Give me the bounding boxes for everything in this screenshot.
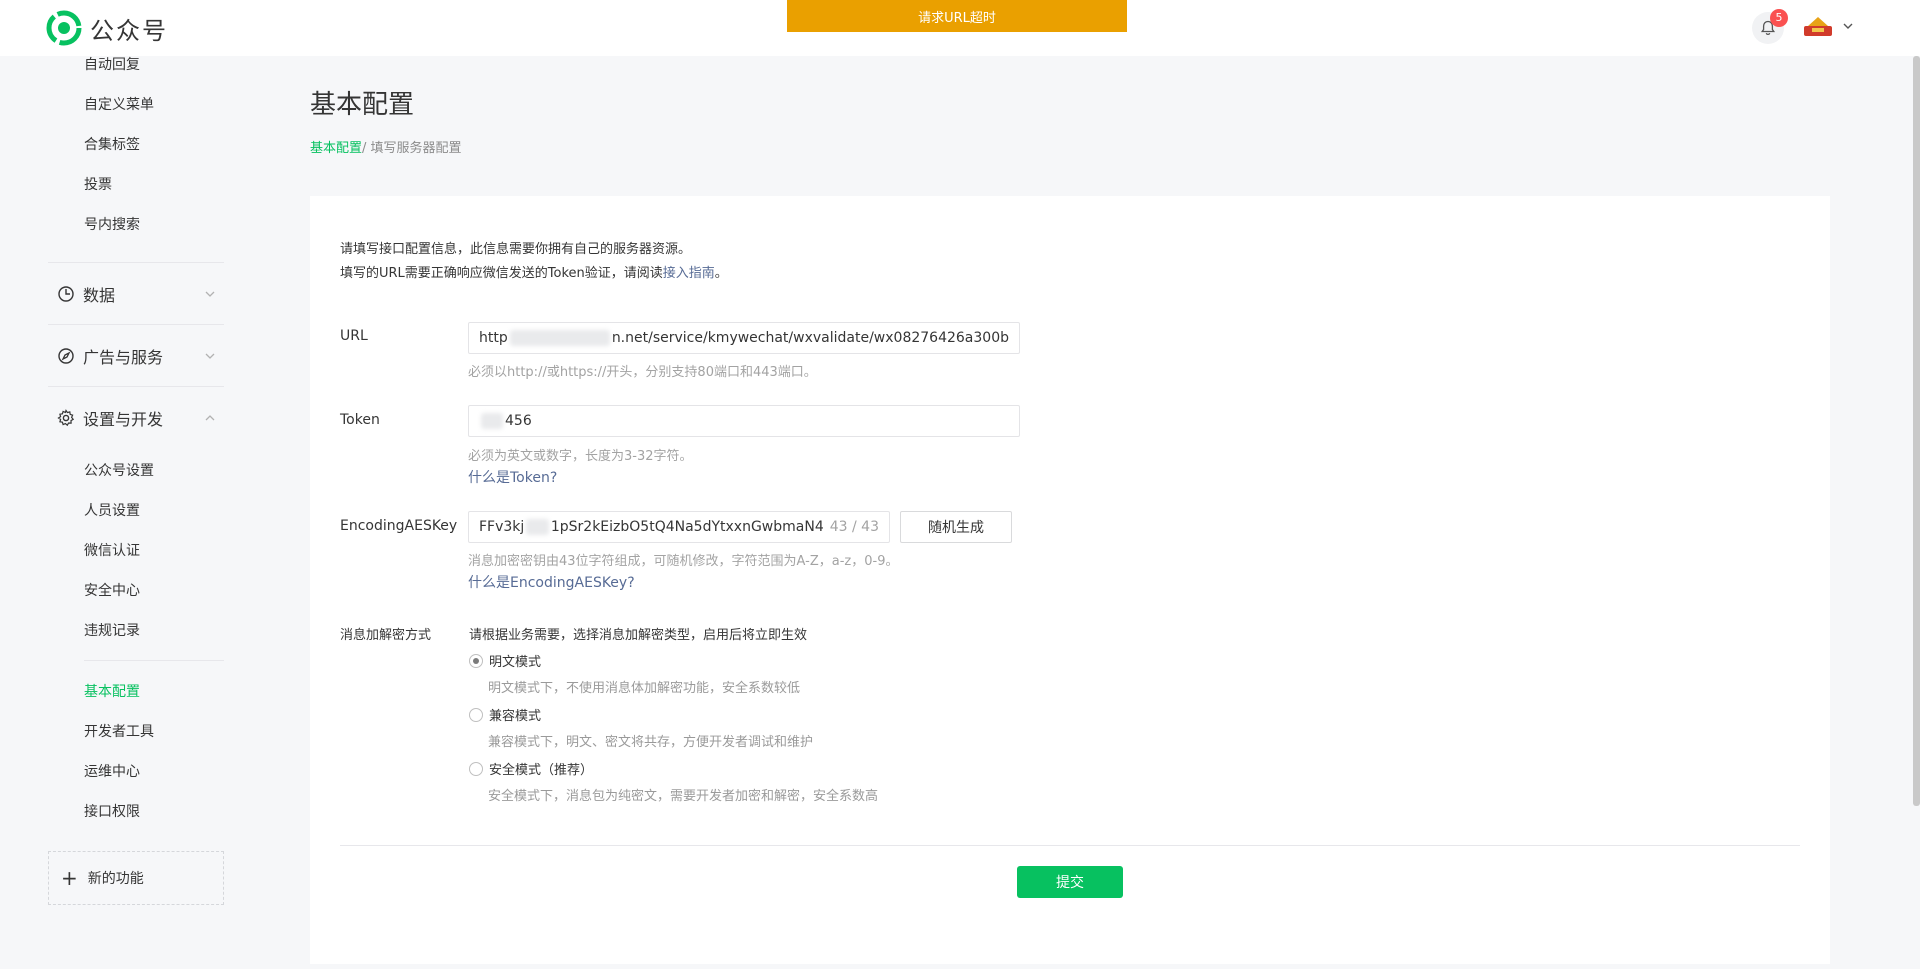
sidebar-item-ops-center[interactable]: 运维中心 bbox=[84, 761, 140, 781]
url-hint: 必须以http://或https://开头，分别支持80端口和443端口。 bbox=[468, 365, 817, 380]
chevron-down-icon bbox=[205, 291, 215, 297]
sidebar-group-ads-services[interactable]: 广告与服务 bbox=[48, 324, 224, 386]
radio-plaintext-mode[interactable]: 明文模式 bbox=[469, 651, 541, 670]
sidebar-item-search[interactable]: 号内搜索 bbox=[84, 214, 140, 234]
radio-label: 安全模式（推荐） bbox=[489, 763, 594, 778]
radio-description: 明文模式下，不使用消息体加解密功能，安全系数较低 bbox=[488, 681, 801, 696]
what-is-token-link[interactable]: 什么是Token? bbox=[468, 467, 557, 487]
sidebar-item-collection-tags[interactable]: 合集标签 bbox=[84, 134, 140, 154]
avatar[interactable] bbox=[1802, 14, 1834, 40]
radio-description: 兼容模式下，明文、密文将共存，方便开发者调试和维护 bbox=[488, 735, 814, 750]
redacted-mask bbox=[509, 330, 610, 346]
access-guide-link[interactable]: 接入指南 bbox=[663, 266, 715, 281]
sidebar-item-vote[interactable]: 投票 bbox=[84, 174, 112, 194]
sidebar-item-basic-config[interactable]: 基本配置 bbox=[84, 681, 140, 701]
scrollbar[interactable] bbox=[1913, 56, 1920, 806]
sidebar-divider bbox=[84, 660, 224, 661]
form-divider bbox=[340, 845, 1800, 846]
submit-button[interactable]: 提交 bbox=[1017, 866, 1123, 898]
aes-key-label: EncodingAESKey bbox=[340, 518, 458, 534]
redacted-mask bbox=[526, 519, 549, 535]
sidebar-item-account-settings[interactable]: 公众号设置 bbox=[84, 460, 154, 480]
compass-icon bbox=[58, 347, 74, 364]
encryption-mode-intro: 请根据业务需要，选择消息加解密类型，启用后将立即生效 bbox=[469, 628, 808, 643]
chevron-down-icon[interactable] bbox=[1842, 20, 1854, 32]
random-generate-button[interactable]: 随机生成 bbox=[900, 511, 1012, 543]
intro-line-1: 请填写接口配置信息，此信息需要你拥有自己的服务器资源。 bbox=[340, 242, 692, 257]
sidebar-item-api-permissions[interactable]: 接口权限 bbox=[84, 801, 140, 821]
radio-button[interactable] bbox=[469, 653, 483, 668]
sidebar-group-label: 数据 bbox=[83, 285, 116, 305]
sidebar-group-label: 广告与服务 bbox=[83, 347, 164, 367]
url-input[interactable]: http n.net/service/kmywechat/wxvalidate/w… bbox=[468, 322, 1020, 354]
sidebar-item-member-settings[interactable]: 人员设置 bbox=[84, 500, 140, 520]
url-label: URL bbox=[340, 328, 368, 344]
radio-safe-mode[interactable]: 安全模式（推荐） bbox=[469, 759, 593, 778]
sidebar-item-security-center[interactable]: 安全中心 bbox=[84, 580, 140, 600]
radio-description: 安全模式下，消息包为纯密文，需要开发者加密和解密，安全系数高 bbox=[488, 789, 879, 804]
what-is-aes-key-link[interactable]: 什么是EncodingAESKey? bbox=[468, 572, 635, 592]
chevron-down-icon bbox=[205, 353, 215, 359]
error-toast: 请求URL超时 bbox=[787, 0, 1127, 32]
radio-button[interactable] bbox=[469, 707, 483, 722]
wechat-official-logo-icon bbox=[46, 10, 82, 46]
sidebar-item-auto-reply[interactable]: 自动回复 bbox=[84, 54, 140, 74]
brand-logo[interactable]: 公众号 bbox=[46, 10, 168, 46]
breadcrumb-current: 填写服务器配置 bbox=[370, 141, 462, 156]
sidebar-item-violation-records[interactable]: 违规记录 bbox=[84, 620, 140, 640]
breadcrumb-link-basic-config[interactable]: 基本配置 bbox=[310, 141, 362, 156]
redacted-mask bbox=[481, 413, 503, 429]
chart-icon bbox=[58, 285, 74, 302]
aes-key-input[interactable]: FFv3kj 1pSr2kEizbO5tQ4Na5dYtxxnGwbmaN4 43… bbox=[468, 511, 890, 543]
radio-label: 兼容模式 bbox=[489, 709, 542, 724]
brand-name: 公众号 bbox=[90, 16, 168, 45]
aes-key-counter: 43 / 43 bbox=[829, 519, 879, 535]
sidebar-item-wechat-verification[interactable]: 微信认证 bbox=[84, 540, 140, 560]
aes-key-hint: 消息加密密钥由43位字符组成，可随机修改，字符范围为A-Z，a-z，0-9。 bbox=[468, 554, 899, 569]
notification-badge: 5 bbox=[1770, 9, 1788, 27]
token-input[interactable]: 456 bbox=[468, 405, 1020, 437]
sidebar-group-data[interactable]: 数据 bbox=[48, 262, 224, 324]
plus-icon: + bbox=[61, 866, 78, 890]
sidebar-group-label: 设置与开发 bbox=[83, 409, 164, 429]
intro-text: 请填写接口配置信息，此信息需要你拥有自己的服务器资源。 填写的URL需要正确响应… bbox=[340, 238, 728, 286]
sidebar-group-settings-dev[interactable]: 设置与开发 bbox=[48, 386, 224, 448]
sidebar-item-developer-tools[interactable]: 开发者工具 bbox=[84, 721, 154, 741]
chevron-up-icon bbox=[205, 414, 215, 420]
token-label: Token bbox=[340, 412, 380, 428]
radio-label: 明文模式 bbox=[489, 655, 542, 670]
sidebar-item-custom-menu[interactable]: 自定义菜单 bbox=[84, 94, 154, 114]
breadcrumb-separator: / bbox=[362, 141, 371, 156]
encryption-mode-label: 消息加解密方式 bbox=[340, 628, 432, 643]
intro-line-2: 填写的URL需要正确响应微信发送的Token验证，请阅读接入指南。 bbox=[340, 266, 728, 281]
page-title: 基本配置 bbox=[310, 90, 415, 120]
new-function-label: 新的功能 bbox=[87, 871, 144, 887]
gear-icon bbox=[57, 408, 75, 426]
new-function-button[interactable]: + 新的功能 bbox=[48, 851, 224, 905]
radio-button[interactable] bbox=[469, 761, 483, 776]
radio-compatible-mode[interactable]: 兼容模式 bbox=[469, 705, 541, 724]
token-hint: 必须为英文或数字，长度为3-32字符。 bbox=[468, 449, 693, 464]
breadcrumb: 基本配置/ 填写服务器配置 bbox=[310, 137, 462, 156]
